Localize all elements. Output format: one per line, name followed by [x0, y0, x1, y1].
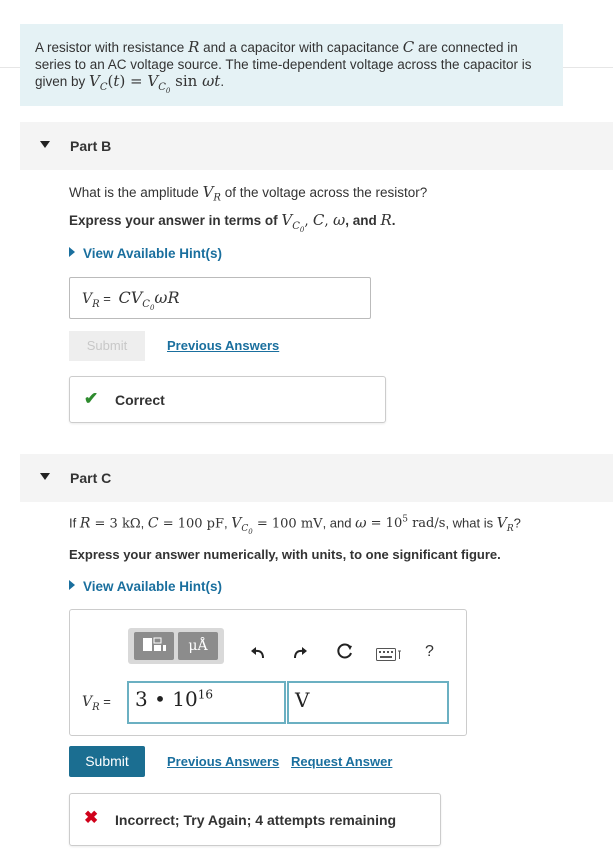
collapse-triangle-icon[interactable] [40, 141, 50, 148]
caret-right-icon [69, 580, 75, 590]
part-c-question: If R = 3 kΩ, C = 100 pF, VC0 = 100 mV, a… [69, 515, 521, 536]
unit-input[interactable]: V [287, 681, 449, 724]
part-b-instruction: Express your answer in terms of VC0, C, … [69, 211, 396, 234]
submit-button[interactable]: Submit [69, 331, 145, 361]
intro-text: and a capacitor with capacitance [199, 40, 403, 55]
part-b-question: What is the amplitude VR of the voltage … [69, 183, 428, 204]
checkmark-icon: ✔ [84, 389, 99, 408]
value-input[interactable]: 3 • 1016 [127, 681, 286, 724]
part-c-instruction: Express your answer numerically, with un… [69, 547, 501, 562]
view-hints-link[interactable]: View Available Hint(s) [69, 246, 222, 261]
part-title: Part B [70, 138, 112, 154]
part-c-header[interactable]: Part C [20, 454, 613, 502]
previous-answers-link[interactable]: Previous Answers [167, 754, 279, 769]
part-b-answer-display: VR = CVC0ωR [69, 277, 371, 319]
help-icon[interactable]: ? [425, 643, 434, 661]
templates-icon[interactable] [134, 632, 174, 660]
cross-icon: ✖ [84, 808, 99, 827]
symbol-c: C [402, 38, 415, 56]
intro-text: A resistor with resistance [35, 40, 189, 55]
feedback-text: Incorrect; Try Again; 4 attempts remaini… [115, 812, 397, 828]
feedback-text: Correct [115, 392, 165, 408]
part-title: Part C [70, 470, 112, 486]
request-answer-link[interactable]: Request Answer [291, 754, 392, 769]
feedback-incorrect: ✖ Incorrect; Try Again; 4 attempts remai… [69, 793, 441, 846]
collapse-triangle-icon[interactable] [40, 473, 50, 480]
toolbar-group: μÅ [128, 628, 224, 664]
answer-label: VR = [82, 694, 111, 713]
symbol-r: R [188, 38, 200, 56]
problem-intro: A resistor with resistance R and a capac… [20, 24, 563, 106]
units-icon[interactable]: μÅ [178, 632, 218, 660]
intro-formula: VC(t) = VC0 sin ωt [89, 72, 221, 96]
submit-button[interactable]: Submit [69, 746, 145, 777]
part-b-header[interactable]: Part B [20, 122, 613, 170]
previous-answers-link[interactable]: Previous Answers [167, 338, 279, 353]
part-c-answer-panel: μÅ ? VR = 3 • 1016 V [69, 609, 467, 736]
keyboard-icon[interactable] [376, 646, 402, 667]
view-hints-link[interactable]: View Available Hint(s) [69, 579, 222, 594]
caret-right-icon [69, 247, 75, 257]
feedback-correct: ✔ Correct [69, 376, 386, 423]
redo-icon[interactable] [292, 644, 308, 665]
undo-icon[interactable] [250, 644, 266, 665]
reset-icon[interactable] [336, 643, 354, 666]
